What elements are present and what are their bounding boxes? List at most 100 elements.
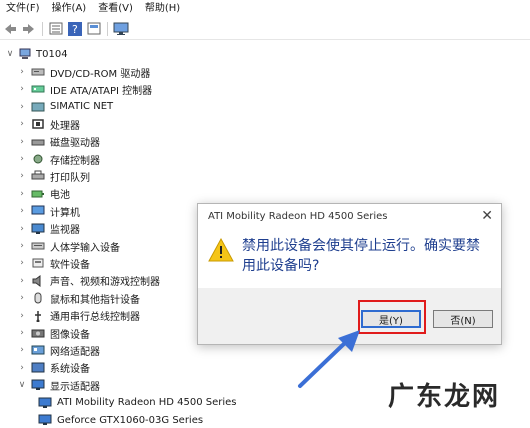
tree-item-label: 人体学输入设备	[50, 242, 120, 254]
network-card-icon	[31, 101, 45, 113]
chevron-down-icon[interactable]: ∨	[6, 49, 14, 59]
chevron-right-icon[interactable]: ›	[18, 363, 26, 373]
warning-icon	[208, 238, 234, 262]
menu-bar: 文件(F) 操作(A) 查看(V) 帮助(H)	[0, 0, 530, 18]
storage-controller-icon	[31, 153, 45, 165]
yes-button[interactable]: 是(Y)	[361, 310, 421, 328]
view-icon[interactable]	[48, 21, 64, 37]
disc-drive-icon	[31, 66, 45, 78]
tree-child-item[interactable]: Geforce GTX1060-03G Series	[38, 412, 203, 428]
menu-action[interactable]: 操作(A)	[46, 0, 93, 18]
chevron-right-icon[interactable]: ›	[18, 311, 26, 321]
tree-item[interactable]: › 监视器	[18, 221, 80, 237]
tree-item[interactable]: › IDE ATA/ATAPI 控制器	[18, 81, 152, 97]
properties-icon[interactable]	[86, 21, 102, 37]
tree-item[interactable]: ∨ 显示适配器	[18, 377, 100, 393]
chevron-right-icon[interactable]: ›	[18, 258, 26, 268]
tree-item[interactable]: › 软件设备	[18, 255, 90, 271]
chevron-right-icon[interactable]: ›	[18, 345, 26, 355]
printer-icon	[31, 170, 45, 182]
tree-item-label: SIMATIC NET	[50, 101, 114, 113]
hid-icon	[31, 240, 45, 252]
tree-child-label: ATI Mobility Radeon HD 4500 Series	[57, 397, 237, 409]
tree-item[interactable]: › 鼠标和其他指针设备	[18, 290, 140, 306]
tree-item[interactable]: › 人体学输入设备	[18, 238, 120, 254]
confirm-dialog: ATI Mobility Radeon HD 4500 Series ✕ 禁用此…	[197, 203, 502, 345]
chevron-right-icon[interactable]: ›	[18, 224, 26, 234]
tree-item[interactable]: › 电池	[18, 186, 70, 202]
tree-item-label: 软件设备	[50, 259, 90, 271]
ide-controller-icon	[31, 83, 45, 95]
disk-drive-icon	[31, 136, 45, 148]
menu-help[interactable]: 帮助(H)	[139, 0, 186, 18]
monitor-icon	[31, 223, 45, 235]
chevron-right-icon[interactable]: ›	[18, 154, 26, 164]
tree-item[interactable]: › 图像设备	[18, 325, 90, 341]
tree-item-label: 网络适配器	[50, 346, 100, 358]
tree-item[interactable]: › 声音、视频和游戏控制器	[18, 273, 160, 289]
chevron-down-icon[interactable]: ∨	[18, 380, 26, 390]
tree-item-label: 图像设备	[50, 329, 90, 341]
tree-item-label: 监视器	[50, 225, 80, 237]
chevron-right-icon[interactable]: ›	[18, 102, 26, 112]
tree-item-label: 电池	[50, 190, 70, 202]
chevron-right-icon[interactable]: ›	[18, 67, 26, 77]
no-button[interactable]: 否(N)	[433, 310, 493, 328]
tree-item[interactable]: › 处理器	[18, 116, 80, 132]
toolbar-divider	[107, 21, 108, 36]
tree-item[interactable]: › 存储控制器	[18, 151, 100, 167]
tree-child-label: Geforce GTX1060-03G Series	[57, 414, 204, 426]
tree-root-label: T0104	[36, 48, 68, 60]
close-icon[interactable]: ✕	[481, 208, 493, 224]
tree-item[interactable]: › DVD/CD-ROM 驱动器	[18, 64, 150, 80]
chevron-right-icon[interactable]: ›	[18, 241, 26, 251]
battery-icon	[31, 188, 45, 200]
tree-item[interactable]: › 计算机	[18, 203, 80, 219]
chevron-right-icon[interactable]: ›	[18, 206, 26, 216]
tree-item-label: 显示适配器	[50, 381, 100, 393]
tree-item[interactable]: › 网络适配器	[18, 342, 100, 358]
tree-item-label: IDE ATA/ATAPI 控制器	[50, 85, 153, 97]
help-icon[interactable]: ?	[67, 21, 83, 37]
monitor-icon[interactable]	[113, 21, 129, 37]
chevron-right-icon[interactable]: ›	[18, 171, 26, 181]
menu-view[interactable]: 查看(V)	[92, 0, 139, 18]
processor-icon	[31, 118, 45, 130]
chevron-right-icon[interactable]: ›	[18, 189, 26, 199]
dialog-body: 禁用此设备会使其停止运行。确实要禁用此设备吗?	[198, 228, 501, 288]
dialog-titlebar: ATI Mobility Radeon HD 4500 Series ✕	[198, 204, 501, 228]
menu-file[interactable]: 文件(F)	[0, 0, 46, 18]
display-card-icon	[38, 397, 52, 409]
tree-item[interactable]: › 通用串行总线控制器	[18, 308, 140, 324]
tree-item-label: 通用串行总线控制器	[50, 312, 140, 324]
usb-icon	[31, 310, 45, 322]
tree-item-label: 鼠标和其他指针设备	[50, 294, 140, 306]
dialog-message: 禁用此设备会使其停止运行。确实要禁用此设备吗?	[242, 238, 480, 274]
tree-item-label: 打印队列	[50, 172, 90, 184]
tree-item[interactable]: › 磁盘驱动器	[18, 134, 100, 150]
chevron-right-icon[interactable]: ›	[18, 276, 26, 286]
network-adapter-icon	[31, 344, 45, 356]
chevron-right-icon[interactable]: ›	[18, 84, 26, 94]
chevron-right-icon[interactable]: ›	[18, 119, 26, 129]
computer-icon	[31, 205, 45, 217]
forward-icon[interactable]	[21, 21, 37, 37]
tree-item-label: 存储控制器	[50, 155, 100, 167]
back-icon[interactable]	[2, 21, 18, 37]
computer-root-icon	[18, 48, 32, 60]
tree-item[interactable]: › 打印队列	[18, 168, 90, 184]
tree-item[interactable]: › 系统设备	[18, 360, 90, 376]
toolbar-divider	[42, 21, 43, 36]
display-adapter-icon	[31, 379, 45, 391]
software-device-icon	[31, 257, 45, 269]
system-device-icon	[31, 362, 45, 374]
chevron-right-icon[interactable]: ›	[18, 328, 26, 338]
dialog-title: ATI Mobility Radeon HD 4500 Series	[208, 210, 388, 222]
chevron-right-icon[interactable]: ›	[18, 293, 26, 303]
chevron-right-icon[interactable]: ›	[18, 137, 26, 147]
tree-child-item[interactable]: ATI Mobility Radeon HD 4500 Series	[38, 395, 237, 411]
tree-item[interactable]: › SIMATIC NET	[18, 99, 113, 115]
tree-item-label: 系统设备	[50, 364, 90, 376]
tree-root[interactable]: ∨ T0104	[6, 46, 68, 62]
sound-icon	[31, 274, 45, 287]
